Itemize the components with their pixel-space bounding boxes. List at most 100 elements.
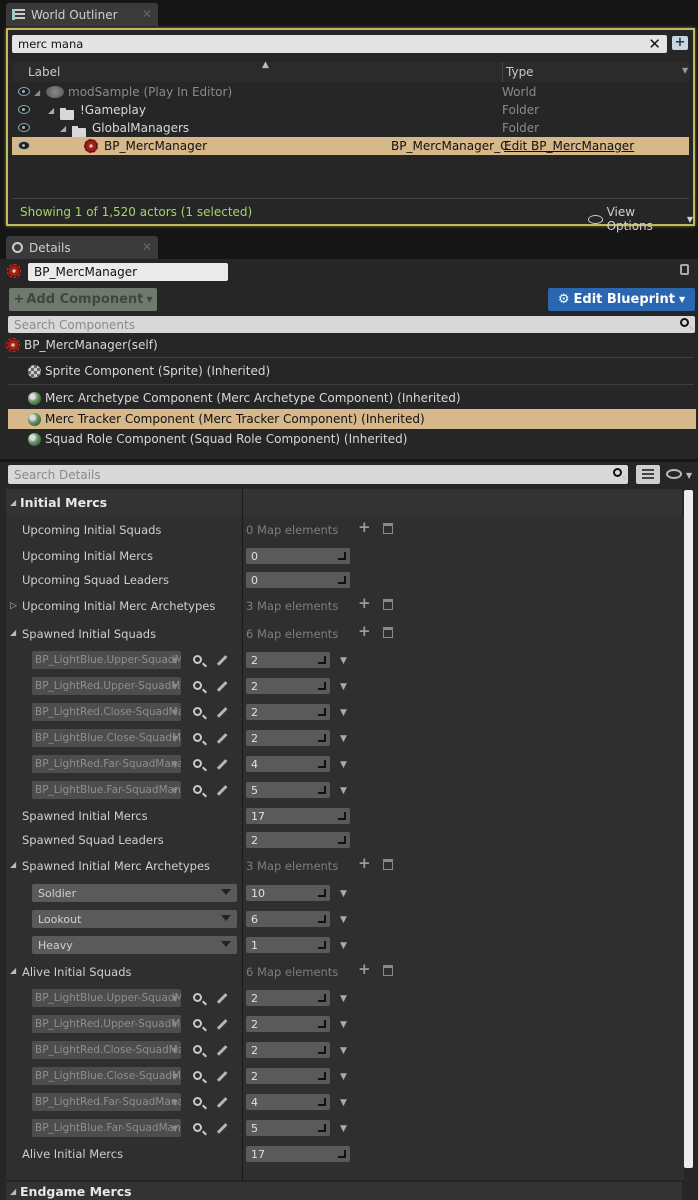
browse-icon[interactable] (193, 785, 202, 794)
tab-details[interactable]: Details ✕ (6, 236, 158, 259)
column-type[interactable]: Type (506, 65, 534, 79)
browse-icon[interactable] (193, 1071, 202, 1080)
chevron-down-icon[interactable]: ▼ (340, 786, 347, 796)
squad-key-combo[interactable]: BP_LightRed.Upper-SquadMa ▼ (32, 1015, 181, 1033)
chevron-down-icon[interactable]: ▼ (686, 471, 692, 480)
view-options-button[interactable]: View Options ▼ (588, 205, 693, 233)
chevron-down-icon[interactable]: ▼ (340, 1046, 347, 1056)
chevron-down-icon[interactable]: ▼ (340, 941, 347, 951)
alive-initial-mercs-field[interactable]: 17 (246, 1146, 350, 1162)
browse-icon[interactable] (193, 1123, 202, 1132)
component-sprite[interactable]: Sprite Component (Sprite) (Inherited) (28, 361, 694, 381)
expand-arrow-icon[interactable]: ◢ (48, 106, 54, 115)
trash-icon[interactable] (383, 523, 393, 534)
clear-search-icon[interactable]: ✕ (648, 35, 661, 53)
squad-value-field[interactable]: 2 (246, 1042, 330, 1058)
search-details-input[interactable]: Search Details (8, 465, 628, 484)
spawned-squad-leaders-field[interactable]: 2 (246, 832, 350, 848)
expand-arrow-icon[interactable]: ◢ (60, 124, 66, 133)
close-icon[interactable]: ✕ (142, 240, 152, 254)
squad-value-field[interactable]: 2 (246, 1016, 330, 1032)
squad-key-combo[interactable]: BP_LightBlue.Close-SquadMa ▼ (32, 1067, 181, 1085)
archetype-value-field[interactable]: 10 (246, 885, 330, 901)
expand-arrow-icon[interactable]: ◢ (34, 88, 40, 97)
squad-key-combo[interactable]: BP_LightRed.Far-SquadMana ▼ (32, 755, 181, 773)
spawned-initial-mercs-field[interactable]: 17 (246, 808, 350, 824)
chevron-down-icon[interactable]: ▼ (340, 682, 347, 692)
add-element-icon[interactable]: + (358, 594, 371, 612)
chevron-down-icon[interactable]: ▼ (340, 734, 347, 744)
browse-icon[interactable] (193, 733, 202, 742)
browse-icon[interactable] (193, 1019, 202, 1028)
browse-icon[interactable] (193, 759, 202, 768)
visibility-eye-icon[interactable] (18, 105, 30, 114)
trash-icon[interactable] (383, 627, 393, 638)
archetype-key-combo[interactable]: Lookout (32, 910, 237, 928)
add-element-icon[interactable]: + (358, 622, 371, 640)
tree-row-world[interactable]: ◢ modSample (Play In Editor) World (12, 83, 689, 101)
tab-world-outliner[interactable]: World Outliner ✕ (6, 3, 158, 26)
category-endgame-mercs[interactable]: ◢ Endgame Mercs (6, 1182, 682, 1200)
squad-key-combo[interactable]: BP_LightRed.Close-SquadMa ▼ (32, 703, 181, 721)
visibility-eye-icon[interactable] (18, 87, 30, 96)
component-self[interactable]: BP_MercManager(self) (6, 335, 694, 355)
chevron-down-icon[interactable]: ▼ (340, 1072, 347, 1082)
squad-key-combo[interactable]: BP_LightBlue.Far-SquadMan ▼ (32, 1119, 181, 1137)
collapse-arrow-icon[interactable]: ◢ (10, 1187, 16, 1196)
actor-name-field[interactable]: BP_MercManager (28, 263, 228, 281)
collapse-arrow-icon[interactable]: ◢ (10, 628, 16, 637)
collapse-arrow-icon[interactable]: ◢ (10, 860, 16, 869)
squad-key-combo[interactable]: BP_LightBlue.Upper-SquadMa ▼ (32, 651, 181, 669)
squad-value-field[interactable]: 5 (246, 1120, 330, 1136)
add-folder-icon[interactable]: + (672, 36, 688, 50)
chevron-down-icon[interactable]: ▼ (340, 1098, 347, 1108)
archetype-key-combo[interactable]: Heavy (32, 936, 237, 954)
squad-value-field[interactable]: 5 (246, 782, 330, 798)
column-label[interactable]: Label (28, 65, 60, 79)
category-initial-mercs[interactable]: ◢ Initial Mercs (6, 489, 682, 515)
squad-key-combo[interactable]: BP_LightRed.Upper-SquadMa ▼ (32, 677, 181, 695)
type-dropdown-icon[interactable]: ▼ (682, 66, 688, 75)
collapse-arrow-icon[interactable]: ◢ (10, 498, 16, 507)
trash-icon[interactable] (383, 859, 393, 870)
archetype-key-combo[interactable]: Soldier (32, 884, 237, 902)
lock-icon[interactable] (680, 264, 689, 275)
browse-icon[interactable] (193, 1045, 202, 1054)
squad-value-field[interactable]: 4 (246, 756, 330, 772)
expand-arrow-icon[interactable]: ▷ (10, 601, 17, 611)
chevron-down-icon[interactable]: ▼ (340, 994, 347, 1004)
visibility-eye-icon[interactable] (18, 123, 30, 132)
scrollbar[interactable] (684, 490, 693, 1168)
squad-value-field[interactable]: 2 (246, 704, 330, 720)
tree-row-bp-mercmanager[interactable]: BP_MercManager BP_MercManager_C Edit BP_… (12, 137, 689, 155)
add-element-icon[interactable]: + (358, 518, 371, 536)
search-components-input[interactable]: Search Components (8, 316, 695, 333)
browse-icon[interactable] (193, 681, 202, 690)
close-icon[interactable]: ✕ (142, 7, 152, 21)
add-element-icon[interactable]: + (358, 854, 371, 872)
squad-value-field[interactable]: 4 (246, 1094, 330, 1110)
edit-blueprint-link[interactable]: Edit BP_MercManager (504, 139, 634, 153)
browse-icon[interactable] (193, 655, 202, 664)
chevron-down-icon[interactable]: ▼ (340, 656, 347, 666)
component-squad-role[interactable]: Squad Role Component (Squad Role Compone… (28, 429, 694, 449)
squad-value-field[interactable]: 2 (246, 678, 330, 694)
chevron-down-icon[interactable]: ▼ (340, 760, 347, 770)
browse-icon[interactable] (193, 993, 202, 1002)
squad-value-field[interactable]: 2 (246, 990, 330, 1006)
squad-value-field[interactable]: 2 (246, 652, 330, 668)
chevron-down-icon[interactable]: ▼ (340, 915, 347, 925)
squad-value-field[interactable]: 2 (246, 730, 330, 746)
edit-blueprint-button[interactable]: ⚙ Edit Blueprint ▼ (548, 288, 695, 311)
browse-icon[interactable] (193, 1097, 202, 1106)
squad-key-combo[interactable]: BP_LightBlue.Close-SquadMa ▼ (32, 729, 181, 747)
trash-icon[interactable] (383, 965, 393, 976)
component-merc-tracker[interactable]: Merc Tracker Component (Merc Tracker Com… (8, 409, 696, 429)
chevron-down-icon[interactable]: ▼ (340, 1020, 347, 1030)
chevron-down-icon[interactable]: ▼ (340, 708, 347, 718)
squad-key-combo[interactable]: BP_LightRed.Close-SquadMa ▼ (32, 1041, 181, 1059)
trash-icon[interactable] (383, 599, 393, 610)
archetype-value-field[interactable]: 6 (246, 911, 330, 927)
component-merc-archetype[interactable]: Merc Archetype Component (Merc Archetype… (28, 388, 694, 408)
squad-value-field[interactable]: 2 (246, 1068, 330, 1084)
